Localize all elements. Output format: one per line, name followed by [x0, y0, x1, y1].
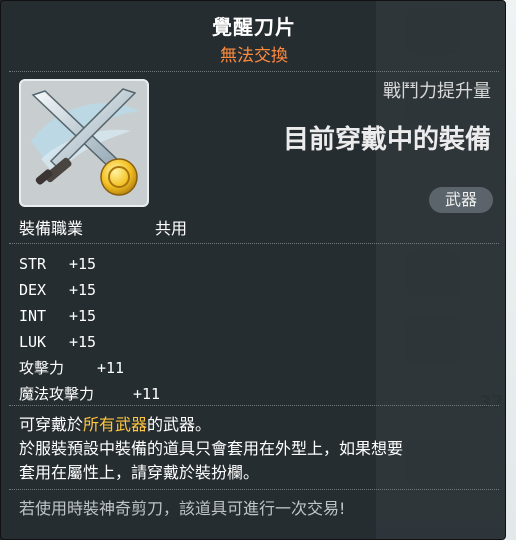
stat-name: LUK	[19, 333, 47, 351]
category-badge: 武器	[429, 187, 493, 213]
power-increase-label: 戰鬥力提升量	[383, 81, 491, 102]
stat-row: DEX +15	[19, 277, 97, 303]
divider	[9, 489, 499, 490]
divider	[9, 405, 499, 406]
stats-list: STR +15 DEX +15 INT +15 LUK +15 攻擊力 +11 …	[19, 251, 160, 407]
stat-value: +15	[69, 255, 97, 273]
job-row: 裝備職業 共用	[19, 215, 187, 239]
stat-row: LUK +15	[19, 329, 97, 355]
stat-row: 魔法攻擊力 +11	[19, 381, 160, 407]
description-text: 可穿戴於	[19, 415, 84, 434]
stat-row: INT +15	[19, 303, 97, 329]
description-highlight: 所有武器	[83, 415, 148, 434]
trade-note: 若使用時裝神奇剪刀，該道具可進行一次交易!	[19, 499, 346, 518]
stat-row: STR +15	[19, 251, 97, 277]
item-tooltip: 覺醒刀片 無法交換 戰鬥力提升量 目前穿戴中的裝備 武器 裝備職業 共用 STR…	[0, 0, 506, 540]
stat-row: 攻擊力 +11	[19, 355, 124, 381]
divider	[9, 71, 499, 72]
description-text: 的武器。	[147, 415, 212, 434]
trade-status: 無法交換	[220, 46, 288, 66]
stat-name: STR	[19, 255, 47, 273]
stat-value: +11	[133, 385, 161, 403]
job-label: 裝備職業	[19, 219, 84, 238]
item-description: 可穿戴於所有武器的武器。 於服裝預設中裝備的道具只會套用在外型上，如果想要 套用…	[19, 413, 499, 485]
stat-value: +15	[69, 333, 97, 351]
crossed-swords-icon	[19, 79, 149, 207]
description-line: 可穿戴於所有武器的武器。	[19, 413, 499, 437]
stat-value: +11	[97, 359, 125, 377]
stat-name: 攻擊力	[19, 359, 65, 377]
stat-name: 魔法攻擊力	[19, 385, 95, 403]
stat-name: INT	[19, 307, 47, 325]
divider	[9, 243, 499, 244]
stat-value: +15	[69, 281, 97, 299]
description-line: 套用在屬性上，請穿戴於裝扮欄。	[19, 463, 260, 482]
item-name: 覺醒刀片	[212, 15, 296, 39]
description-line: 於服裝預設中裝備的道具只會套用在外型上，如果想要	[19, 439, 404, 458]
job-value: 共用	[155, 219, 188, 238]
equipped-label: 目前穿戴中的裝備	[282, 125, 491, 155]
stat-name: DEX	[19, 281, 47, 299]
stat-value: +15	[69, 307, 97, 325]
